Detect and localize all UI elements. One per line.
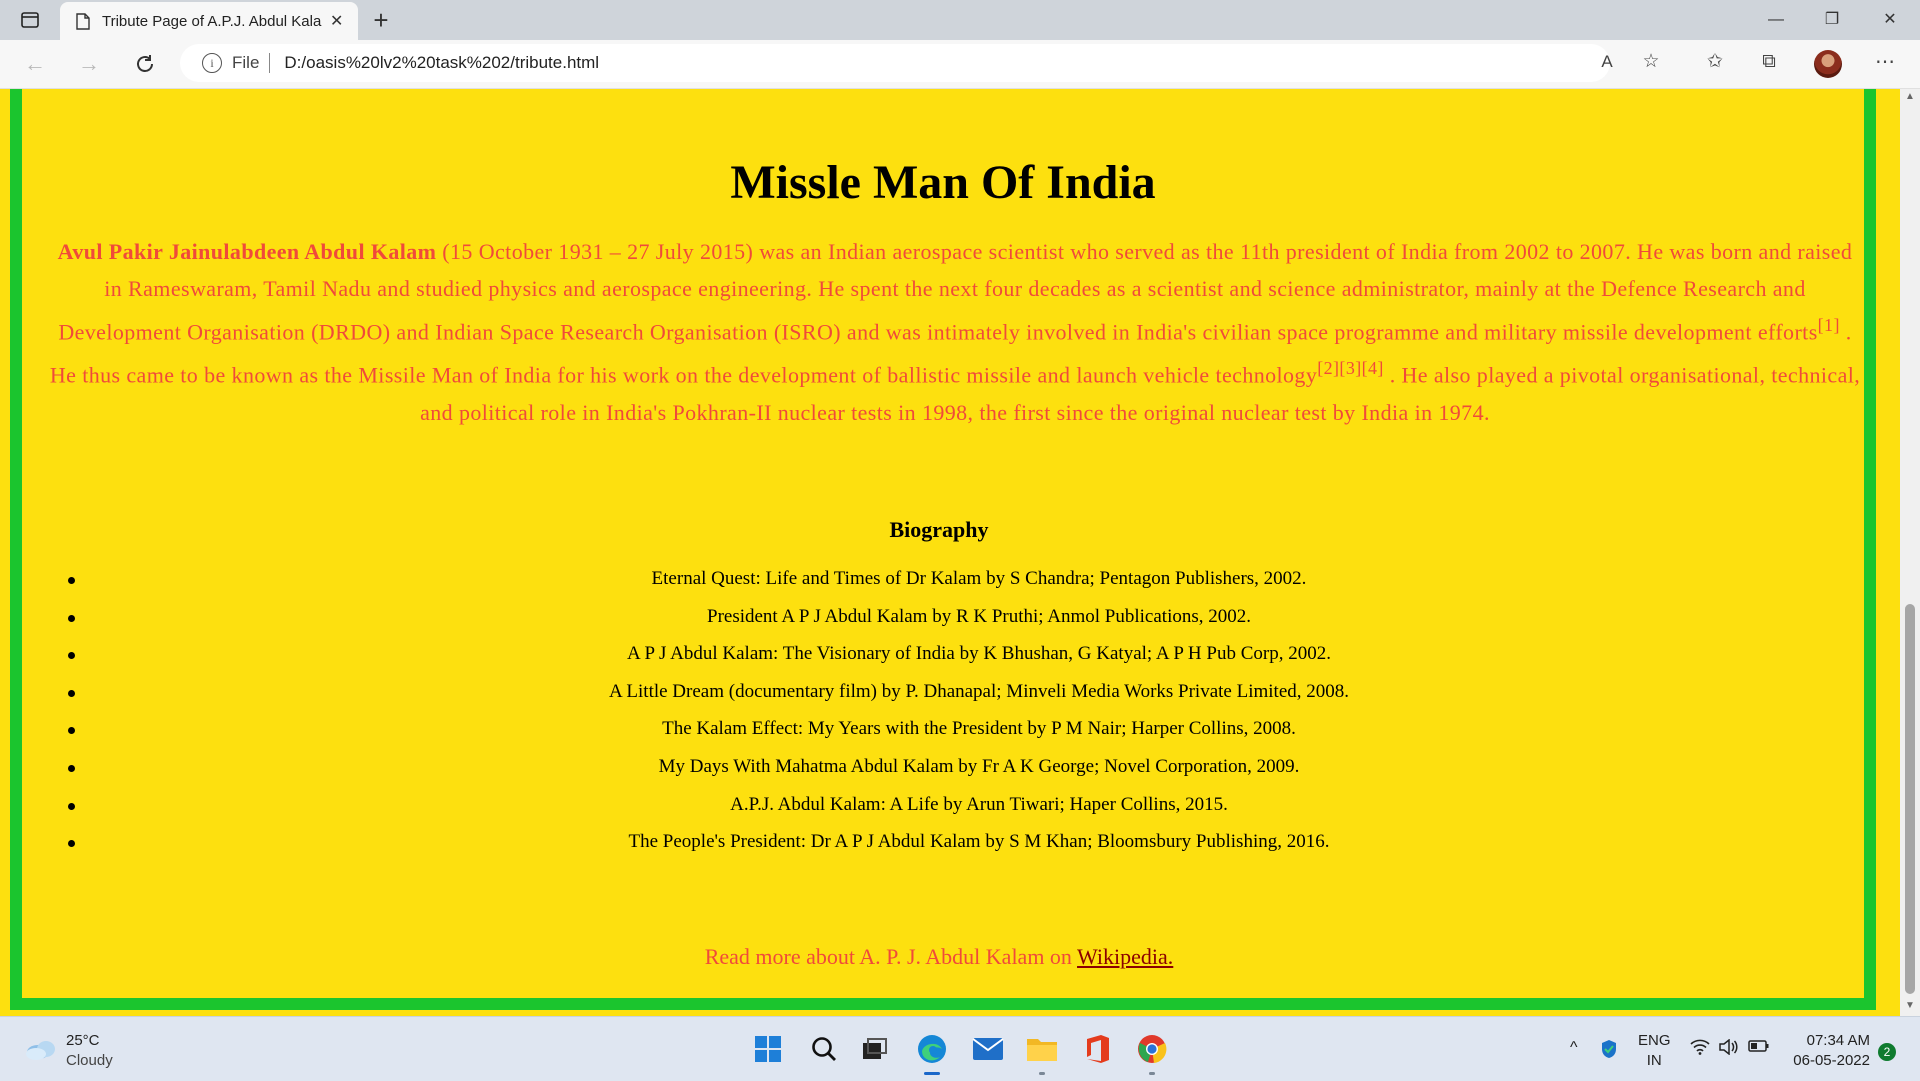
cloud-icon[interactable]: [24, 1037, 58, 1061]
list-item-text: The Kalam Effect: My Years with the Pres…: [662, 718, 1296, 740]
list-item-text: The People's President: Dr A P J Abdul K…: [628, 831, 1330, 853]
list-item-text: Eternal Quest: Life and Times of Dr Kala…: [651, 568, 1307, 589]
list-item: The Kalam Effect: My Years with the Pres…: [0, 718, 1878, 756]
address-bar[interactable]: i File D:/oasis%20lv2%20task%202/tribute…: [180, 44, 1610, 82]
reference-1: [1]: [1817, 315, 1840, 335]
taskbar: 25°C Cloudy ^ ENG IN 07:34 AM 06-05-2022…: [0, 1016, 1920, 1081]
list-item: President A P J Abdul Kalam by R K Pruth…: [0, 606, 1878, 644]
start-icon[interactable]: [750, 1031, 786, 1067]
page-title: Missle Man Of India: [730, 156, 1156, 209]
page-viewport: Missle Man Of India Avul Pakir Jainulabd…: [0, 89, 1900, 1016]
list-item-text: My Days With Mahatma Abdul Kalam by Fr A…: [658, 755, 1300, 777]
clock[interactable]: 07:34 AM 06-05-2022: [1780, 1031, 1870, 1071]
scroll-up-icon[interactable]: ▲: [1900, 91, 1920, 107]
list-item-text: A P J Abdul Kalam: The Visionary of Indi…: [627, 643, 1331, 665]
address-url[interactable]: D:/oasis%20lv2%20task%202/tribute.html: [284, 53, 599, 73]
new-tab-button[interactable]: +: [366, 6, 396, 34]
list-item: A P J Abdul Kalam: The Visionary of Indi…: [0, 643, 1878, 681]
edge-icon[interactable]: [914, 1031, 950, 1075]
weather-temp[interactable]: 25°C: [66, 1032, 100, 1049]
favorites-icon[interactable]: ✩: [1700, 48, 1730, 76]
tab-title: Tribute Page of A.P.J. Abdul Kalam: [102, 12, 322, 30]
list-item: My Days With Mahatma Abdul Kalam by Fr A…: [0, 756, 1878, 794]
page-border: Missle Man Of India Avul Pakir Jainulabd…: [10, 89, 1876, 1010]
address-separator: [269, 53, 271, 73]
office-icon[interactable]: [1080, 1031, 1116, 1067]
read-more: Read more about A. P. J. Abdul Kalam on …: [0, 944, 1878, 970]
reference-2-4: [2][3][4]: [1317, 358, 1384, 379]
more-menu-icon[interactable]: ⋯: [1870, 48, 1900, 76]
tab-close-icon[interactable]: ✕: [330, 11, 343, 31]
biography-list: Eternal Quest: Life and Times of Dr Kala…: [0, 568, 1878, 869]
battery-icon[interactable]: [1748, 1039, 1770, 1058]
list-item-text: President A P J Abdul Kalam by R K Pruth…: [707, 605, 1251, 627]
volume-icon[interactable]: [1718, 1038, 1738, 1060]
notification-badge[interactable]: 2: [1878, 1043, 1896, 1061]
mail-icon[interactable]: [970, 1031, 1006, 1067]
restore-button[interactable]: ❐: [1812, 6, 1852, 34]
wikipedia-link[interactable]: Wikipedia.: [1077, 944, 1173, 969]
collections-icon[interactable]: ⧉: [1754, 48, 1784, 76]
close-window-button[interactable]: ✕: [1870, 6, 1910, 34]
clock-date: 06-05-2022: [1793, 1052, 1870, 1069]
read-aloud-icon[interactable]: A: [1592, 48, 1622, 76]
browser-toolbar: ← → i File D:/oasis%20lv2%20task%202/tri…: [0, 40, 1920, 89]
tab-actions-icon[interactable]: [12, 8, 48, 32]
profile-avatar[interactable]: [1814, 50, 1842, 78]
scroll-thumb[interactable]: [1905, 604, 1915, 994]
intro-paragraph: Avul Pakir Jainulabdeen Abdul Kalam (15 …: [46, 233, 1864, 431]
minimize-button[interactable]: —: [1756, 6, 1796, 34]
list-item-text: A Little Dream (documentary film) by P. …: [608, 680, 1350, 702]
read-more-text: Read more about A. P. J. Abdul Kalam on: [704, 944, 1078, 969]
chevron-up-icon[interactable]: ^: [1570, 1039, 1578, 1057]
vertical-scrollbar[interactable]: ▲ ▼: [1900, 89, 1920, 1016]
biography-title: Biography: [889, 517, 989, 542]
chrome-icon[interactable]: [1134, 1031, 1170, 1075]
list-item: A.P.J. Abdul Kalam: A Life by Arun Tiwar…: [0, 794, 1878, 832]
language-indicator[interactable]: ENG IN: [1638, 1031, 1671, 1071]
clock-time: 07:34 AM: [1806, 1032, 1870, 1049]
page-icon: [74, 12, 92, 30]
back-arrow-icon[interactable]: ←: [20, 50, 50, 78]
list-item: Eternal Quest: Life and Times of Dr Kala…: [0, 568, 1878, 606]
forward-arrow-icon[interactable]: →: [74, 50, 104, 78]
scroll-down-icon[interactable]: ▼: [1900, 1000, 1920, 1016]
intro-name: Avul Pakir Jainulabdeen Abdul Kalam: [57, 239, 437, 264]
region-code: IN: [1646, 1052, 1662, 1069]
language-code: ENG: [1638, 1032, 1671, 1049]
list-item-text: A.P.J. Abdul Kalam: A Life by Arun Tiwar…: [730, 793, 1228, 815]
add-favorite-icon[interactable]: ☆: [1636, 48, 1666, 76]
tab-bar: Tribute Page of A.P.J. Abdul Kalam ✕ + —…: [0, 0, 1920, 40]
security-shield-icon[interactable]: [1600, 1039, 1618, 1064]
list-item: The People's President: Dr A P J Abdul K…: [0, 831, 1878, 869]
file-explorer-icon[interactable]: [1024, 1031, 1060, 1075]
task-view-icon[interactable]: [856, 1031, 892, 1067]
address-scheme: File: [232, 53, 260, 72]
refresh-icon[interactable]: [130, 50, 160, 78]
browser-tab[interactable]: Tribute Page of A.P.J. Abdul Kalam ✕: [60, 2, 358, 40]
weather-desc[interactable]: Cloudy: [66, 1052, 113, 1069]
search-icon[interactable]: [806, 1031, 842, 1067]
wifi-icon[interactable]: [1690, 1039, 1710, 1060]
info-icon[interactable]: i: [202, 53, 222, 73]
list-item: A Little Dream (documentary film) by P. …: [0, 681, 1878, 719]
